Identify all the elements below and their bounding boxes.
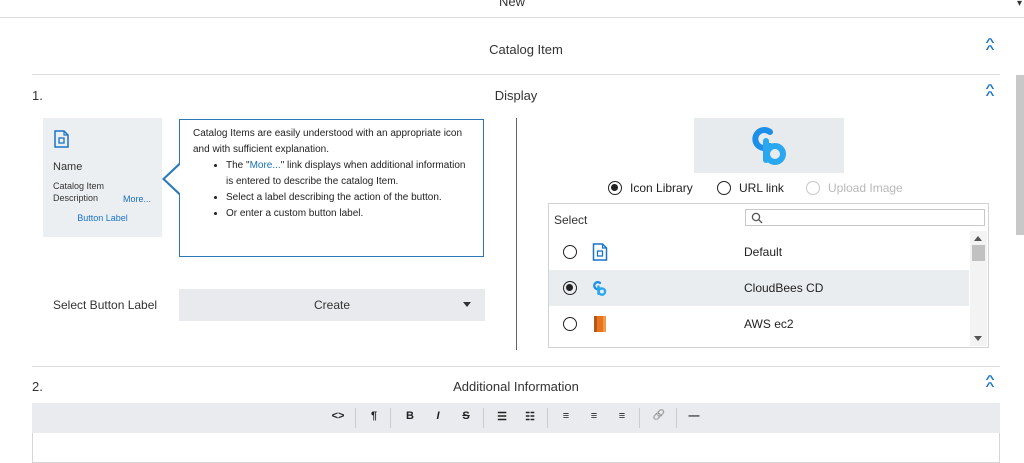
catalog-collapse-icon[interactable]: ^ ^ — [983, 38, 997, 56]
display-collapse-icon[interactable]: ^ ^ — [983, 84, 997, 102]
radio-icon[interactable] — [563, 245, 577, 259]
catalog-divider — [32, 74, 1000, 75]
toolbar-separator — [483, 408, 484, 428]
radio-icon[interactable] — [717, 181, 731, 195]
align-right-icon[interactable]: ≡ — [612, 410, 632, 422]
strikethrough-icon[interactable]: S — [456, 410, 476, 422]
tooltip-intro: Catalog Items are easily understood with… — [193, 128, 463, 155]
document-icon — [592, 243, 608, 261]
icon-search-input[interactable] — [745, 209, 985, 226]
rich-text-editor[interactable] — [32, 433, 1000, 463]
cloudbees-icon — [593, 280, 607, 296]
paragraph-format-icon[interactable]: ¶ — [364, 410, 384, 422]
preview-description-line2: Description — [53, 193, 99, 203]
scroll-down-icon[interactable] — [974, 336, 982, 341]
icon-source-icon-library[interactable]: Icon Library — [608, 181, 693, 195]
upload-image-label: Upload Image — [828, 181, 903, 195]
align-left-icon[interactable]: ≡ — [556, 410, 576, 422]
display-title: Display — [494, 88, 538, 103]
link-icon[interactable]: 🔗 — [649, 410, 669, 421]
scroll-up-icon[interactable] — [974, 236, 982, 241]
radio-icon[interactable] — [608, 181, 622, 195]
toolbar-separator — [547, 408, 548, 428]
icon-source-url-link[interactable]: URL link — [717, 181, 784, 195]
editor-toolbar: <> ¶ B I S ☰ ☷ ≡ ≡ ≡ 🔗 — — [32, 403, 1000, 433]
preview-button-label[interactable]: Button Label — [43, 213, 162, 223]
numbered-list-icon[interactable]: ☷ — [520, 410, 540, 423]
list-select-label: Select — [554, 213, 588, 227]
italic-icon[interactable]: I — [428, 410, 448, 422]
toolbar-separator — [676, 408, 677, 428]
toolbar-separator — [639, 408, 640, 428]
list-item[interactable]: AWS ec2 — [549, 306, 969, 342]
code-view-icon[interactable]: <> — [328, 410, 348, 422]
icon-library-label: Icon Library — [630, 181, 693, 195]
tooltip-more-link: More... — [249, 160, 281, 171]
corner-dropdown-icon[interactable]: ▾ — [1017, 0, 1022, 9]
display-vertical-divider — [516, 118, 517, 350]
chevron-down-icon — [463, 302, 471, 307]
toolbar-separator — [390, 408, 391, 428]
list-item-label: AWS ec2 — [744, 317, 794, 331]
selected-icon-preview — [694, 118, 844, 173]
icon-library-list: Select Default CloudBees CD AWS ec2 — [548, 203, 989, 348]
icon-source-upload-image: Upload Image — [806, 181, 903, 195]
radio-icon[interactable] — [563, 281, 577, 295]
cloudbees-icon — [752, 127, 786, 165]
search-icon — [751, 212, 763, 224]
list-item-label: CloudBees CD — [744, 281, 824, 295]
additional-collapse-icon[interactable]: ^ ^ — [983, 375, 997, 393]
top-divider — [0, 17, 1024, 18]
document-icon — [54, 130, 69, 148]
toolbar-separator — [355, 408, 356, 428]
list-scrollbar[interactable] — [970, 231, 987, 346]
catalog-item-title: Catalog Item — [489, 42, 563, 57]
button-label-select[interactable]: Create — [179, 289, 485, 321]
section-divider — [32, 366, 1000, 367]
preview-name: Name — [53, 161, 83, 173]
align-center-icon[interactable]: ≡ — [584, 410, 604, 422]
page-scrollbar-thumb[interactable] — [1016, 75, 1024, 235]
scroll-thumb[interactable] — [972, 245, 985, 261]
tooltip-bullet-1-pre: The " — [226, 160, 250, 171]
select-button-label-caption: Select Button Label — [53, 298, 158, 312]
tooltip-bullet-3: Or enter a custom button label. — [226, 206, 471, 222]
bulleted-list-icon[interactable]: ☰ — [492, 410, 512, 423]
tooltip-caret-fill — [165, 164, 181, 194]
button-label-select-value: Create — [313, 298, 351, 312]
preview-description-line1: Catalog Item — [53, 181, 105, 191]
list-item[interactable]: CloudBees CD — [549, 270, 969, 306]
horizontal-rule-icon[interactable]: — — [684, 410, 704, 422]
url-link-label: URL link — [739, 181, 784, 195]
page-title: New — [498, 0, 525, 9]
tooltip-bullet-1: The "More..." link displays when additio… — [226, 158, 471, 190]
preview-more-link[interactable]: More... — [123, 194, 151, 204]
catalog-item-preview: Name Catalog Item Description More... Bu… — [43, 118, 162, 237]
tooltip-list: The "More..." link displays when additio… — [193, 158, 471, 222]
additional-info-title: Additional Information — [453, 379, 579, 394]
list-item[interactable]: Default — [549, 234, 969, 270]
radio-icon[interactable] — [563, 317, 577, 331]
tooltip-bullet-2: Select a label describing the action of … — [226, 190, 471, 206]
list-item-label: Default — [744, 245, 783, 259]
radio-icon — [806, 181, 820, 195]
bold-icon[interactable]: B — [400, 410, 420, 422]
help-tooltip: Catalog Items are easily understood with… — [179, 119, 484, 257]
aws-ec2-icon — [594, 316, 606, 332]
